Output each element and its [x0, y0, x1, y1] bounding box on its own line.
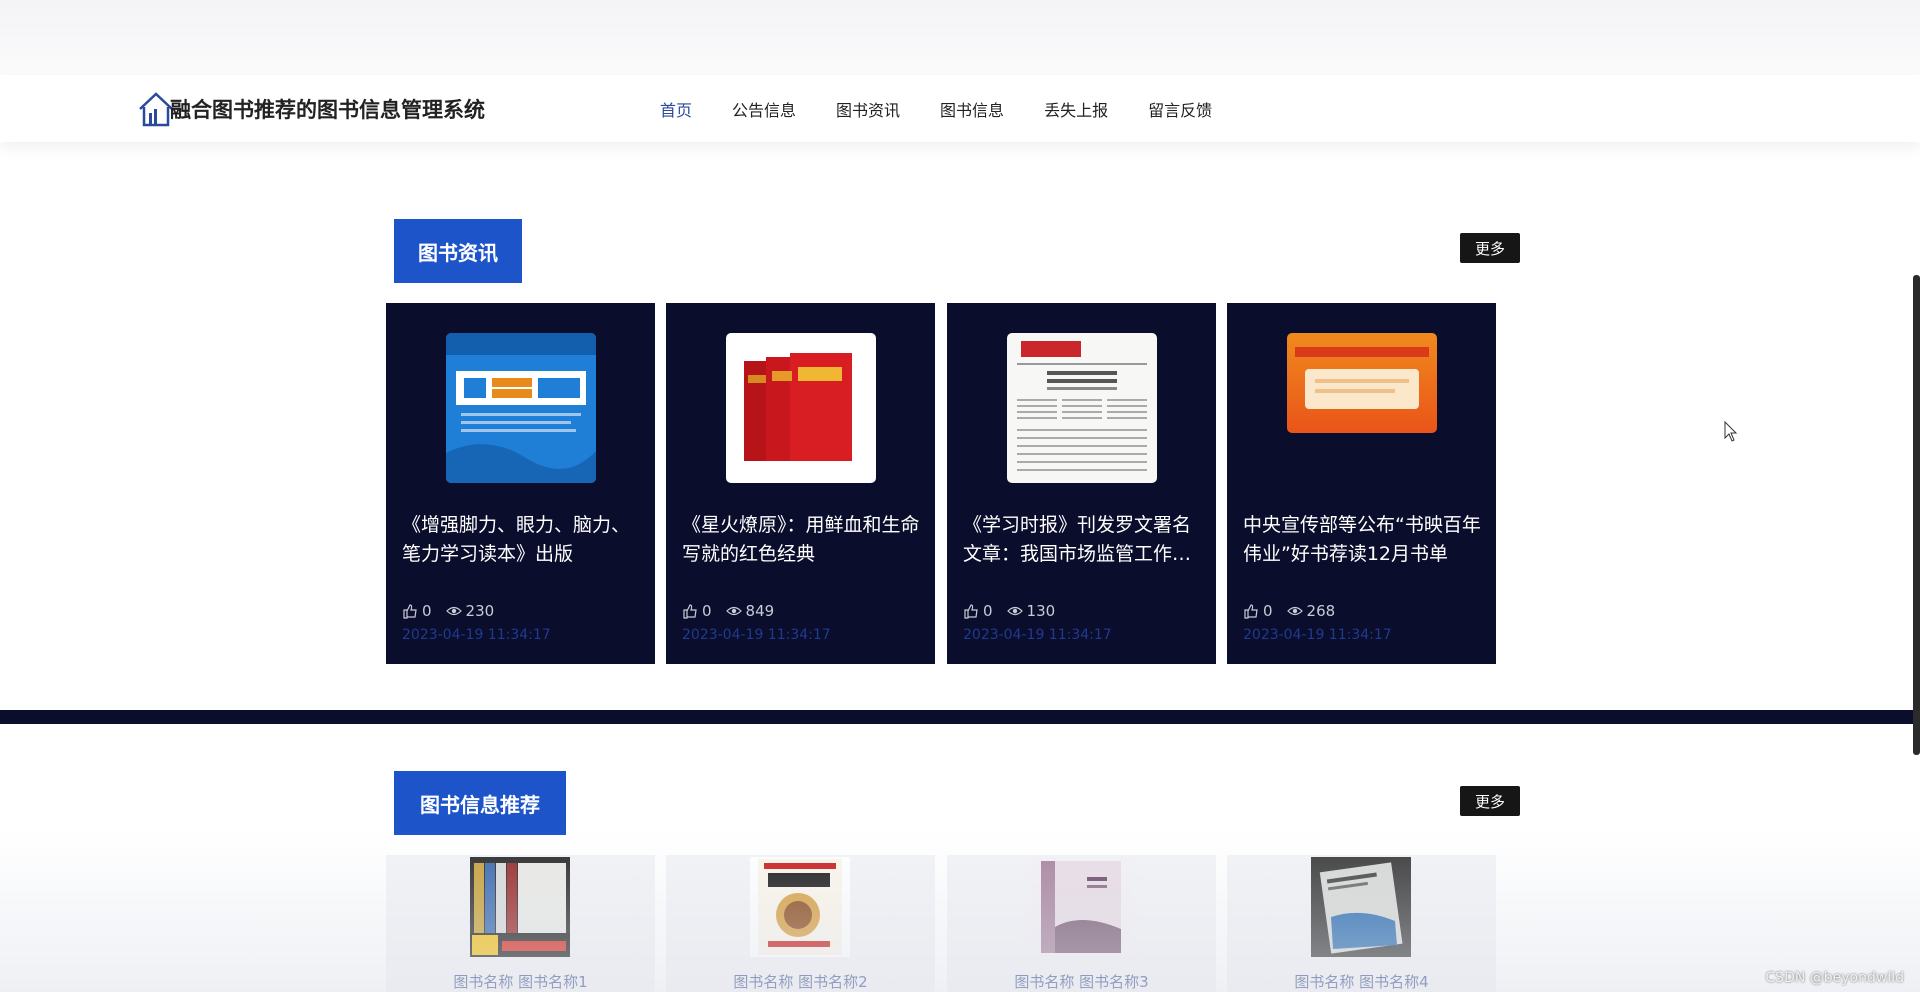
- thumbs-up-icon[interactable]: [963, 603, 979, 619]
- book-cover-icon: [750, 857, 850, 957]
- book-cover-icon: [1311, 857, 1411, 957]
- nav-announcements[interactable]: 公告信息: [732, 97, 796, 121]
- news-stats: 0 130: [963, 602, 1055, 620]
- news-date: 2023-04-19 11:34:17: [1243, 627, 1392, 643]
- news-more-button[interactable]: 更多: [1460, 233, 1520, 263]
- newspaper-cover-icon: [1007, 333, 1157, 483]
- eye-icon: [725, 606, 742, 616]
- thumbs-up-icon[interactable]: [1243, 603, 1259, 619]
- like-count: 0: [422, 602, 432, 620]
- view-count: 849: [745, 602, 775, 620]
- nav-book-news[interactable]: 图书资讯: [836, 97, 900, 121]
- eye-icon: [1286, 606, 1303, 616]
- app-title: 融合图书推荐的图书信息管理系统: [170, 97, 485, 122]
- nav-home[interactable]: 首页: [660, 97, 692, 121]
- book-item[interactable]: 图书名称 图书名称4: [1227, 855, 1496, 992]
- news-title[interactable]: 《增强脚力、眼力、脑力、笔力学习读本》出版: [402, 511, 642, 569]
- view-count: 268: [1306, 602, 1336, 620]
- watermark: CSDN @beyondwild: [1765, 970, 1904, 986]
- logo[interactable]: 融合图书推荐的图书信息管理系统: [136, 75, 485, 142]
- books-more-button[interactable]: 更多: [1460, 786, 1520, 816]
- nav-feedback[interactable]: 留言反馈: [1148, 97, 1212, 121]
- nav-lost-report[interactable]: 丢失上报: [1044, 97, 1108, 121]
- book-cover-red-icon: [726, 333, 876, 483]
- book-cover-icon: [1031, 857, 1131, 957]
- news-date: 2023-04-19 11:34:17: [682, 627, 831, 643]
- view-count: 230: [465, 602, 495, 620]
- news-section-title: 图书资讯: [394, 219, 522, 283]
- books-section-title: 图书信息推荐: [394, 771, 566, 835]
- like-count: 0: [702, 602, 712, 620]
- news-stats: 0 849: [682, 602, 774, 620]
- browser-top-area: [0, 0, 1920, 75]
- book-name[interactable]: 图书名称 图书名称3: [947, 971, 1216, 992]
- news-card[interactable]: 《学习时报》刊发罗文署名文章：我国市场监管工作的新成就 0 130 2023-0…: [947, 303, 1216, 664]
- news-card[interactable]: 中央宣传部等公布“书映百年伟业”好书荐读12月书单 0 268 2023-04-…: [1227, 303, 1496, 664]
- like-count: 0: [1263, 602, 1273, 620]
- eye-icon: [445, 606, 462, 616]
- news-date: 2023-04-19 11:34:17: [402, 627, 551, 643]
- thumbs-up-icon[interactable]: [402, 603, 418, 619]
- book-cover-blue-icon: [446, 333, 596, 483]
- book-name[interactable]: 图书名称 图书名称2: [666, 971, 935, 992]
- view-count: 130: [1026, 602, 1056, 620]
- navbar: 融合图书推荐的图书信息管理系统 首页 公告信息 图书资讯 图书信息 丢失上报 留…: [0, 75, 1920, 142]
- news-title[interactable]: 《星火燎原》：用鲜血和生命写就的红色经典: [682, 511, 922, 569]
- news-stats: 0 268: [1243, 602, 1335, 620]
- mouse-cursor-icon: [1724, 421, 1738, 442]
- nav-book-info[interactable]: 图书信息: [940, 97, 1004, 121]
- news-card[interactable]: 《增强脚力、眼力、脑力、笔力学习读本》出版 0 230 2023-04-19 1…: [386, 303, 655, 664]
- news-title[interactable]: 中央宣传部等公布“书映百年伟业”好书荐读12月书单: [1243, 511, 1483, 569]
- main-nav: 首页 公告信息 图书资讯 图书信息 丢失上报 留言反馈: [660, 75, 1252, 142]
- book-item[interactable]: 图书名称 图书名称1: [386, 855, 655, 992]
- like-count: 0: [983, 602, 993, 620]
- book-item[interactable]: 图书名称 图书名称2: [666, 855, 935, 992]
- book-name[interactable]: 图书名称 图书名称4: [1227, 971, 1496, 992]
- page-scrollbar[interactable]: [1913, 275, 1920, 755]
- news-date: 2023-04-19 11:34:17: [963, 627, 1112, 643]
- news-stats: 0 230: [402, 602, 494, 620]
- news-card[interactable]: 《星火燎原》：用鲜血和生命写就的红色经典 0 849 2023-04-19 11…: [666, 303, 935, 664]
- thumbs-up-icon[interactable]: [682, 603, 698, 619]
- eye-icon: [1006, 606, 1023, 616]
- book-cover-icon: [470, 857, 570, 957]
- news-title[interactable]: 《学习时报》刊发罗文署名文章：我国市场监管工作的新成就: [963, 511, 1203, 569]
- book-name[interactable]: 图书名称 图书名称1: [386, 971, 655, 992]
- banner-cover-orange-icon: [1287, 333, 1437, 433]
- book-item[interactable]: 图书名称 图书名称3: [947, 855, 1216, 992]
- section-divider: [0, 710, 1920, 724]
